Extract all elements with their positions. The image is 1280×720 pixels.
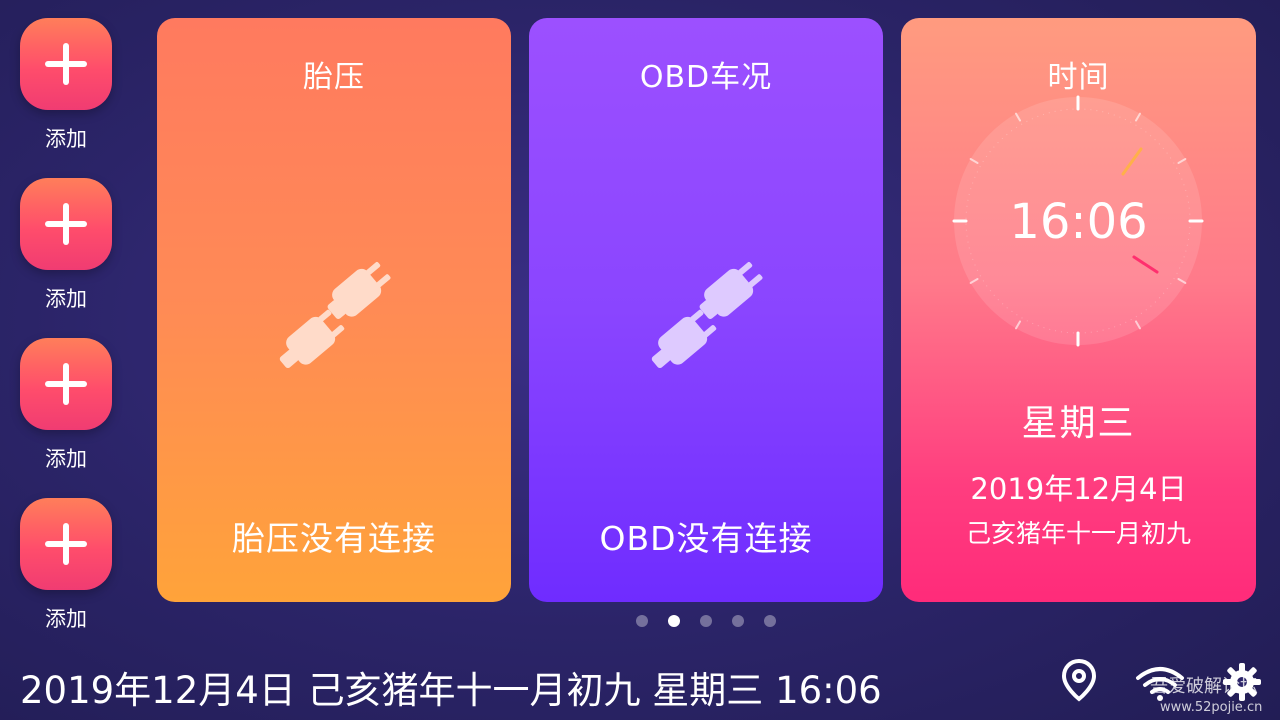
card-title: 胎压	[303, 60, 365, 95]
clock-digital-time: 16:06	[1009, 194, 1148, 250]
page-dot[interactable]	[636, 615, 648, 627]
add-widget-label: 添加	[45, 607, 87, 631]
page-dot[interactable]	[668, 615, 680, 627]
page-dot[interactable]	[732, 615, 744, 627]
add-widget-button[interactable]	[20, 178, 112, 270]
add-widget-button[interactable]	[20, 498, 112, 590]
add-widget-column: 添加 添加 添加 添加	[0, 0, 132, 640]
add-widget-slot-2[interactable]: 添加	[20, 178, 112, 313]
plus-icon	[45, 523, 87, 565]
plus-icon	[45, 363, 87, 405]
bottom-status-text: 2019年12月4日 己亥猪年十一月初九 星期三 16:06	[20, 669, 882, 712]
add-widget-slot-3[interactable]: 添加	[20, 338, 112, 473]
watermark-text: 吾爱破解论坛	[1150, 676, 1258, 697]
watermark-url: www.52pojie.cn	[1160, 700, 1263, 715]
add-widget-button[interactable]	[20, 18, 112, 110]
add-widget-button[interactable]	[20, 338, 112, 430]
add-widget-label: 添加	[45, 127, 87, 151]
plug-disconnected-icon	[279, 262, 391, 369]
date-label: 2019年12月4日	[970, 472, 1187, 506]
card-title: OBD车况	[639, 60, 773, 95]
add-widget-label: 添加	[45, 447, 87, 471]
tire-pressure-card[interactable]: 胎压 胎压没有连接	[157, 18, 511, 602]
connection-status: 胎压没有连接	[232, 519, 436, 558]
add-widget-slot-1[interactable]: 添加	[20, 18, 112, 153]
card-title: 时间	[1047, 60, 1110, 95]
connection-status: OBD没有连接	[599, 519, 813, 558]
obd-card[interactable]: OBD车况 OBD没有连接	[529, 18, 883, 602]
plug-disconnected-icon	[651, 262, 763, 369]
lunar-date-label: 己亥猪年十一月初九	[965, 519, 1191, 548]
add-widget-label: 添加	[45, 287, 87, 311]
plus-icon	[45, 203, 87, 245]
add-widget-slot-4[interactable]: 添加	[20, 498, 112, 633]
plus-icon	[45, 43, 87, 85]
location-pin-icon[interactable]	[1057, 658, 1101, 702]
page-dot[interactable]	[764, 615, 776, 627]
time-card[interactable]: 时间 16:06 星期三 2019年12月4日 己亥猪年十一月初九	[901, 18, 1256, 602]
weekday-label: 星期三	[1021, 403, 1136, 444]
page-dot[interactable]	[700, 615, 712, 627]
page-indicator	[636, 615, 776, 627]
